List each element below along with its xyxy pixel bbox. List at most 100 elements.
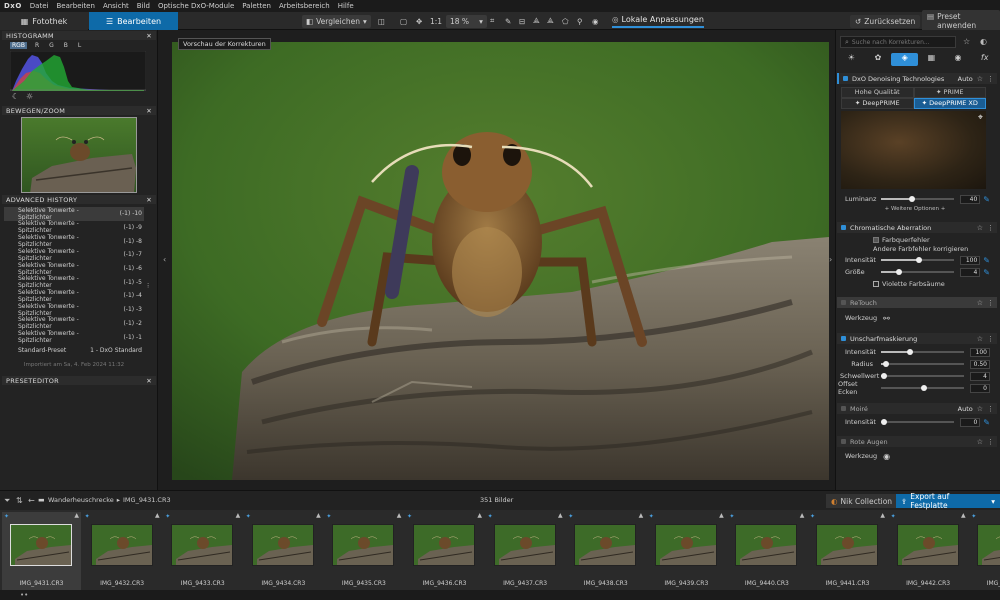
repair-icon[interactable]: ⚲	[577, 12, 583, 30]
eyedropper-icon[interactable]: ✎	[983, 418, 990, 427]
more-icon[interactable]: ⋮	[987, 224, 997, 232]
history-row[interactable]: Selektive Tonwerte - Spitzlichter (-1) -9	[4, 220, 144, 234]
close-icon[interactable]: ✕	[146, 377, 152, 385]
preset-apply-button[interactable]: ▤ Preset anwenden	[922, 10, 1000, 32]
violett-checkbox[interactable]	[873, 281, 879, 287]
menu-bearbeiten[interactable]: Bearbeiten	[56, 2, 94, 10]
close-icon[interactable]: ✕	[146, 196, 152, 204]
filmstrip-thumbnail[interactable]: ✦ ▲ IMG_9439.CR3	[647, 512, 726, 590]
history-row[interactable]: Selektive Tonwerte - Spitzlichter (-1) -3	[4, 303, 144, 317]
hist-tab-rgb[interactable]: RGB	[10, 42, 27, 49]
filmstrip-handle-icon[interactable]: ••	[20, 591, 28, 599]
mode-prime[interactable]: ✦ PRIME	[913, 87, 986, 98]
eyedropper-icon[interactable]: ✎	[505, 12, 511, 30]
bandage-icon[interactable]: ⚯	[883, 314, 890, 323]
nik-collection-button[interactable]: ◐ Nik Collection	[826, 494, 898, 508]
enable-toggle[interactable]	[841, 336, 846, 341]
menu-optische-module[interactable]: Optische DxO-Module	[158, 2, 234, 10]
redeye-header[interactable]: Rote Augen ☆ ⋮	[837, 436, 997, 447]
more-icon[interactable]: ⋮	[987, 405, 997, 413]
filter-icon[interactable]: ⏷	[4, 496, 10, 506]
filmstrip-thumbnail[interactable]: ✦ ▲ IMG_9433.CR3	[163, 512, 242, 590]
history-row[interactable]: Selektive Tonwerte - Spitzlichter (-1) -8	[4, 234, 144, 248]
tab-bearbeiten[interactable]: ☰ Bearbeiten	[89, 12, 178, 30]
enable-toggle[interactable]	[841, 300, 846, 305]
history-row[interactable]: Selektive Tonwerte - Spitzlichter (-1) -7	[4, 248, 144, 262]
us-intens-slider[interactable]	[881, 348, 964, 355]
denoise-preview[interactable]: ⌖	[841, 111, 986, 189]
luminanz-value[interactable]: 40	[960, 194, 981, 204]
moire-auto[interactable]: Auto	[958, 405, 973, 413]
main-photo[interactable]	[172, 42, 829, 480]
eyedropper-icon[interactable]: ✎	[983, 195, 990, 204]
local-shape-icon[interactable]: ⬠	[562, 12, 569, 30]
violett-row[interactable]: Violette Farbsäume	[873, 280, 1000, 288]
menu-bild[interactable]: Bild	[137, 2, 150, 10]
filmstrip-thumbnail[interactable]: ✦ ▲ IMG_9436.CR3	[405, 512, 484, 590]
palette-fx-icon[interactable]: fx	[971, 53, 998, 66]
local-adjustments-button[interactable]: ◎ Lokale Anpassungen	[612, 12, 704, 28]
more-icon[interactable]: ⋮	[987, 335, 997, 343]
collapse-right-icon[interactable]: ›	[829, 255, 832, 264]
enable-toggle[interactable]	[843, 76, 848, 81]
history-row[interactable]: Selektive Tonwerte - Spitzlichter (-1) -1…	[4, 207, 144, 221]
chrom-intens-value[interactable]: 100	[960, 255, 981, 265]
star-icon[interactable]: ☆	[977, 438, 983, 446]
moire-header[interactable]: Moiré Auto ☆ ⋮	[837, 403, 997, 414]
denoise-auto[interactable]: Auto	[958, 75, 973, 83]
zoom-select[interactable]: 18 % ▾	[446, 12, 487, 30]
denoise-header[interactable]: DxO Denoising Technologies Auto ☆ ⋮	[837, 73, 997, 84]
eyedropper-icon[interactable]: ✎	[983, 256, 990, 265]
history-scroll-handle[interactable]: ⁝	[147, 282, 149, 290]
hist-tab-l[interactable]: L	[76, 42, 83, 49]
chrom-intens-slider[interactable]	[881, 256, 955, 263]
filmstrip-thumbnail[interactable]: ✦▲IMG_9443.CR3	[969, 512, 1000, 590]
radius-slider[interactable]	[881, 360, 964, 367]
palette-watermark-icon[interactable]: ◉	[945, 53, 972, 66]
star-icon[interactable]: ☆	[977, 405, 983, 413]
moire-intens-value[interactable]: 0	[960, 417, 981, 427]
filmstrip-thumbnail[interactable]: ✦ ▲ IMG_9432.CR3	[83, 512, 162, 590]
mode-deepprime-xd[interactable]: ✦ DeepPRIME XD	[913, 98, 986, 109]
crosshair-icon[interactable]: ⌖	[978, 113, 983, 123]
enable-toggle[interactable]	[841, 439, 846, 444]
unsharp-header[interactable]: Unscharfmaskierung ☆ ⋮	[837, 333, 997, 344]
more-icon[interactable]: ⋮	[987, 438, 997, 446]
star-icon[interactable]: ☆	[977, 299, 983, 307]
perspective-8-icon[interactable]: ⟁	[547, 12, 554, 30]
reset-button[interactable]: ↺ Zurücksetzen	[850, 12, 921, 30]
farbquer-checkbox[interactable]	[873, 237, 879, 243]
farbquer-row[interactable]: Farbquerfehler	[873, 236, 1000, 244]
more-icon[interactable]: ⋮	[987, 299, 997, 307]
filmstrip-thumbnail[interactable]: ✦ ▲ IMG_9437.CR3	[486, 512, 565, 590]
eye-icon[interactable]: ◉	[592, 12, 599, 30]
export-button[interactable]: ⇪ Export auf Festplatte ▾	[896, 492, 1000, 510]
toggle-icon[interactable]: ◐	[980, 37, 987, 46]
radius-value[interactable]: 0.50	[970, 359, 990, 369]
filmstrip-thumbnail[interactable]: ✦ ▲ IMG_9434.CR3	[244, 512, 323, 590]
perspective-icon[interactable]: ⟁	[533, 12, 540, 30]
navigator-thumbnail[interactable]	[21, 117, 137, 193]
filmstrip-thumbnail[interactable]: ✦ ▲ IMG_9440.CR3	[727, 512, 806, 590]
chrom-header[interactable]: Chromatische Aberration ☆ ⋮	[837, 222, 997, 233]
schwelle-value[interactable]: 4	[970, 371, 990, 381]
eyedropper-icon[interactable]: ✎	[983, 268, 990, 277]
palette-detail-icon[interactable]: ◈	[891, 53, 919, 66]
us-intens-value[interactable]: 100	[970, 347, 990, 357]
menu-arbeitsbereich[interactable]: Arbeitsbereich	[279, 2, 330, 10]
mode-deepprime[interactable]: ✦ DeepPRIME	[841, 98, 914, 109]
compare-button[interactable]: ◧ Vergleichen ▾	[302, 12, 371, 30]
tab-fotothek[interactable]: ▦ Fotothek	[0, 12, 88, 30]
filmstrip-thumbnail[interactable]: ✦ ▲ IMG_9442.CR3	[889, 512, 968, 590]
hist-tab-r[interactable]: R	[33, 42, 41, 49]
filmstrip-thumbnail[interactable]: ✦ ▲ IMG_9431.CR3	[2, 512, 81, 590]
more-options-link[interactable]: + Weitere Optionen +	[840, 206, 990, 212]
hist-tab-b[interactable]: B	[62, 42, 70, 49]
shadow-clipping-icon[interactable]: ☾	[12, 92, 19, 101]
menu-datei[interactable]: Datei	[30, 2, 49, 10]
offset-slider[interactable]	[881, 384, 964, 391]
groesse-value[interactable]: 4	[960, 267, 981, 277]
history-row[interactable]: Selektive Tonwerte - Spitzlichter (-1) -1	[4, 330, 144, 344]
history-row[interactable]: Selektive Tonwerte - Spitzlichter (-1) -4	[4, 289, 144, 303]
highlight-clipping-icon[interactable]: ☼	[26, 92, 33, 101]
